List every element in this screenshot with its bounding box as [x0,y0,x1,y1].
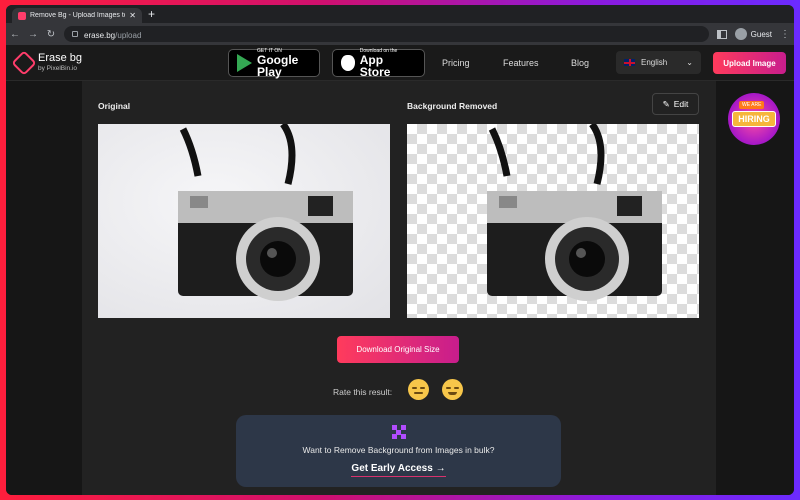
brand-name: Erase bg [38,51,83,64]
google-play-label: Google Play [257,52,299,79]
original-image [98,124,390,318]
close-icon[interactable]: ✕ [129,11,136,20]
avatar-icon [734,28,747,40]
favicon-icon [18,11,26,20]
google-play-icon [237,54,252,72]
sad-face-icon[interactable] [408,379,429,400]
left-gutter [6,81,82,495]
bulk-cta-label: Get Early Access [351,463,433,474]
reload-icon[interactable]: ↻ [46,29,56,40]
language-label: English [641,58,668,67]
lock-icon [72,31,78,37]
app-store-button[interactable]: Download on the App Store [332,48,425,79]
happy-face-icon[interactable] [442,379,463,400]
get-early-access-link[interactable]: Get Early Access → [351,463,446,477]
new-tab-icon[interactable]: + [148,7,155,21]
nav-pricing[interactable]: Pricing [442,58,470,68]
hiring-badge[interactable]: WE ARE HIRING [728,93,780,145]
hiring-label: HIRING [732,111,776,127]
tab-strip: Remove Bg - Upload Images to ✕ + [6,5,794,23]
app-store-label: App Store [359,52,391,79]
url-field[interactable]: erase.bg/upload [64,26,709,42]
camera-photo [178,124,353,301]
nav-blog[interactable]: Blog [571,58,589,68]
apple-icon [341,55,355,71]
uk-flag-icon [624,59,635,66]
tab-title: Remove Bg - Upload Images to [30,12,126,19]
google-play-button[interactable]: GET IT ON Google Play [228,48,320,79]
edit-label: Edit [673,99,689,109]
arrow-right-icon: → [435,463,446,474]
edit-button[interactable]: ✎ Edit [652,93,699,115]
browser-tab[interactable]: Remove Bg - Upload Images to ✕ [12,8,142,23]
menu-icon[interactable]: ⋮ [780,29,790,40]
removed-label: Background Removed [407,101,498,111]
forward-icon[interactable]: → [28,29,38,40]
side-panel-icon[interactable] [716,29,727,39]
background-removed-image [407,124,699,318]
result-panel: Original Background Removed ✎ Edit Downl… [82,81,716,495]
logo-icon [11,49,37,76]
address-bar: ← → ↻ erase.bg/upload Guest ⋮ [6,23,794,45]
back-icon[interactable]: ← [10,29,20,40]
bulk-text: Want to Remove Background from Images in… [302,445,495,455]
brand-logo[interactable]: Erase bg by PixelBin.io [11,49,222,76]
original-label: Original [98,101,131,111]
download-original-button[interactable]: Download Original Size [337,336,459,363]
camera-cutout [487,124,662,301]
pencil-icon: ✎ [662,98,670,109]
nav-features[interactable]: Features [503,58,539,68]
hiring-top: WE ARE [739,101,765,109]
profile-button[interactable]: Guest [734,28,772,40]
language-select[interactable]: English ⌄ [616,51,701,74]
bulk-icon [391,425,406,439]
profile-label: Guest [750,29,772,39]
site-header: Erase bg by PixelBin.io GET IT ON Google… [6,45,794,81]
url-path: /upload [115,31,142,40]
chevron-down-icon: ⌄ [686,58,693,67]
url-host: erase.bg [84,31,116,40]
brand-sub: by PixelBin.io [38,64,78,72]
bulk-promo-card: Want to Remove Background from Images in… [236,415,561,487]
browser-window: Remove Bg - Upload Images to ✕ + ← → ↻ e… [6,5,794,495]
rate-label: Rate this result: [333,387,393,397]
upload-image-button[interactable]: Upload Image [713,52,786,74]
